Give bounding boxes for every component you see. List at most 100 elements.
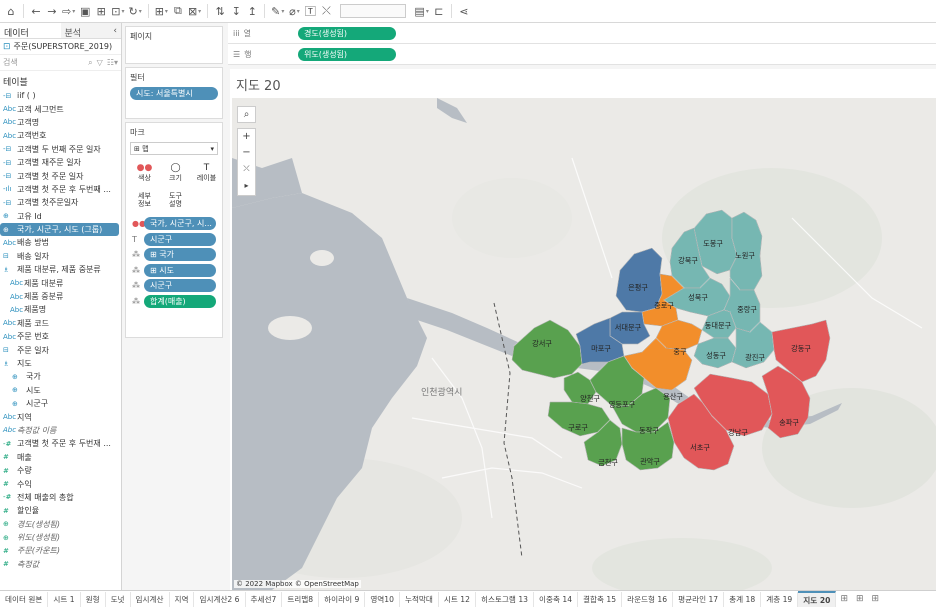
field-item[interactable]: ⊕ 고유 Id <box>0 210 121 223</box>
district-shape[interactable] <box>511 319 583 379</box>
mark-button[interactable]: 세부 정보 <box>131 188 158 212</box>
field-item[interactable]: ⊕ 국가 <box>0 370 121 383</box>
field-item[interactable]: ♗ 지도 <box>0 357 121 370</box>
view-options-icon[interactable]: ☷▾ <box>107 58 118 67</box>
filter-icon[interactable]: ▽ <box>97 58 103 67</box>
sheet-tab[interactable]: 트리맵8 <box>282 591 320 607</box>
field-item[interactable]: ⊕ 시군구 <box>0 397 121 410</box>
new-datasource-icon[interactable]: ⊞ <box>93 2 109 20</box>
sheet-tab[interactable]: 라운드형 16 <box>622 591 674 607</box>
field-item[interactable]: Abc 제품 대분류 <box>0 276 121 289</box>
mark-pill[interactable]: ⊞ 시도 <box>144 263 216 277</box>
sort-asc-icon[interactable]: ↧ <box>228 2 244 20</box>
replay-icon[interactable]: ⇨ ▾ <box>60 2 77 20</box>
field-item[interactable]: -⊟ 고객별 두 번째 주문 일자 <box>0 143 121 156</box>
rows-pill[interactable]: 위도(생성됨) <box>298 47 396 61</box>
expand-toolbar-icon[interactable]: ▸ <box>238 178 255 195</box>
presentation-icon[interactable]: ⊏ <box>431 2 447 20</box>
field-item[interactable]: ⊕ 위도(생성됨) <box>0 531 121 544</box>
mark-button[interactable]: ●● 색상 <box>131 160 158 184</box>
filter-pill[interactable]: 시도: 서울특별시 <box>130 87 218 100</box>
rows-shelf[interactable]: ☰ 행 위도(생성됨) <box>228 44 936 65</box>
field-item[interactable]: Abc 고객명 <box>0 116 121 129</box>
field-item[interactable]: Abc 측정값 이름 <box>0 424 121 437</box>
columns-pill[interactable]: 경도(생성됨) <box>298 26 396 40</box>
pause-icon[interactable]: ⊡ ▾ <box>109 2 126 20</box>
pages-card[interactable]: 페이지 <box>125 26 223 64</box>
field-item[interactable]: ⊕ 국가, 시군구, 시도 (그룹) <box>0 222 119 237</box>
new-story-icon[interactable]: ⊞ <box>868 592 884 607</box>
datasource-row[interactable]: ⊡ 주문(SUPERSTORE_2019) <box>0 39 121 55</box>
duplicate-icon[interactable]: ⧉ <box>170 2 186 20</box>
field-item[interactable]: # 수량 <box>0 464 121 477</box>
tab-data[interactable]: 데이터 <box>0 23 61 39</box>
search-icon[interactable]: ⌕ <box>88 58 92 68</box>
field-item[interactable]: -ılı 고객별 첫 주문 후 두번째 ... <box>0 183 121 196</box>
new-dashboard-icon[interactable]: ⊞ <box>852 592 868 607</box>
sheet-tab[interactable]: 이중축 14 <box>534 591 579 607</box>
share-icon[interactable]: ⋖ <box>456 2 472 20</box>
sheet-tab[interactable]: 하이라이 9 <box>319 591 366 607</box>
zoom-out-icon[interactable]: − <box>238 145 255 161</box>
field-item[interactable]: ⊟ 배송 일자 <box>0 250 121 263</box>
mark-button[interactable]: ◯ 크기 <box>162 160 189 184</box>
field-item[interactable]: Abc 배송 방법 <box>0 236 121 249</box>
collapse-pane-icon[interactable]: ‹ <box>113 26 117 36</box>
field-item[interactable]: # 측정값 <box>0 558 121 571</box>
field-item[interactable]: # 할인율 <box>0 504 121 517</box>
group-icon[interactable]: ⌀ ▾ <box>286 2 302 20</box>
label-icon[interactable]: 🅃 <box>302 2 318 20</box>
sheet-tab[interactable]: 임시계산2 6 <box>194 591 246 607</box>
save-icon[interactable]: ▣ <box>77 2 93 20</box>
search-input[interactable]: 검색 <box>3 57 88 68</box>
sheet-tab[interactable]: 시트 12 <box>439 591 476 607</box>
sheet-tab[interactable]: 총계 18 <box>724 591 762 607</box>
field-item[interactable]: -⊟ 고객별 첫주문일자 <box>0 196 121 209</box>
mark-pill[interactable]: 시군구 <box>144 232 216 246</box>
filters-card[interactable]: 필터 시도: 서울특별시 <box>125 67 223 119</box>
tab-analysis[interactable]: 분석 ‹ <box>60 23 121 39</box>
field-item[interactable]: Abc 제품명 <box>0 303 121 316</box>
mark-pill[interactable]: 시군구 <box>144 279 216 293</box>
swap-icon[interactable]: ⇅ <box>212 2 228 20</box>
sheet-tab[interactable]: 영역10 <box>365 591 400 607</box>
field-item[interactable]: Abc 주문 번호 <box>0 330 121 343</box>
mark-button[interactable]: 도구 설명 <box>162 188 189 212</box>
sheet-tab[interactable]: 시트 1 <box>48 591 81 607</box>
field-item[interactable]: # 매출 <box>0 451 121 464</box>
field-item[interactable]: -# 고객별 첫 주문 후 두번재 ... <box>0 437 121 450</box>
field-item[interactable]: -# 전체 매출의 총합 <box>0 491 121 504</box>
field-item[interactable]: -⊟ 고객별 첫 주문 일자 <box>0 169 121 182</box>
sheet-tab[interactable]: 지역 <box>170 591 195 607</box>
field-item[interactable]: ⊟ 주문 일자 <box>0 343 121 356</box>
field-item[interactable]: Abc 고객 세그먼트 <box>0 102 121 115</box>
new-worksheet-icon[interactable]: ⊞ <box>836 592 852 607</box>
reset-map-icon[interactable]: ⤬ <box>238 161 255 178</box>
refresh-icon[interactable]: ↻ ▾ <box>126 2 143 20</box>
field-item[interactable]: # 주문(카운트) <box>0 544 121 557</box>
field-item[interactable]: # 수익 <box>0 477 121 490</box>
sheet-tab[interactable]: 추세선7 <box>246 591 283 607</box>
zoom-in-icon[interactable]: + <box>238 129 255 145</box>
field-item[interactable]: Abc 고객번호 <box>0 129 121 142</box>
sheet-tab[interactable]: 계층 19 <box>761 591 799 607</box>
fit-dropdown[interactable] <box>340 4 407 18</box>
map-view[interactable]: 인천광역시 도봉구 노원구 강북구 은평구 성북구 종로구 중랑구 서대문구 동대문구 강서구 마포… <box>232 98 936 590</box>
sheet-tab[interactable]: 결합축 15 <box>578 591 623 607</box>
field-item[interactable]: -⊟ 고객별 재주문 일자 <box>0 156 121 169</box>
sheet-tab[interactable]: 누적막대 <box>400 591 439 607</box>
map-search-icon[interactable]: ⌕ <box>237 106 256 123</box>
home-icon[interactable]: ⌂ <box>3 2 19 20</box>
clear-sheet-icon[interactable]: ⊠ ▾ <box>186 2 203 20</box>
undo-icon[interactable]: ← <box>28 2 44 20</box>
field-item[interactable]: -⊟ iif ( ) <box>0 89 121 102</box>
columns-shelf[interactable]: iii 열 경도(생성됨) <box>228 23 936 44</box>
highlight-icon[interactable]: ✎ ▾ <box>269 2 286 20</box>
map-attribution[interactable]: © 2022 Mapbox © OpenStreetMap <box>234 580 361 588</box>
sort-desc-icon[interactable]: ↥ <box>244 2 260 20</box>
field-item[interactable]: Abc 제품 코드 <box>0 317 121 330</box>
field-item[interactable]: ⊕ 시도 <box>0 384 121 397</box>
sheet-tab[interactable]: 데이터 원본 <box>0 591 49 607</box>
field-item[interactable]: ♗ 제품 대분류, 제품 중분류 <box>0 263 121 276</box>
new-worksheet-icon[interactable]: ⊞ ▾ <box>153 2 170 20</box>
